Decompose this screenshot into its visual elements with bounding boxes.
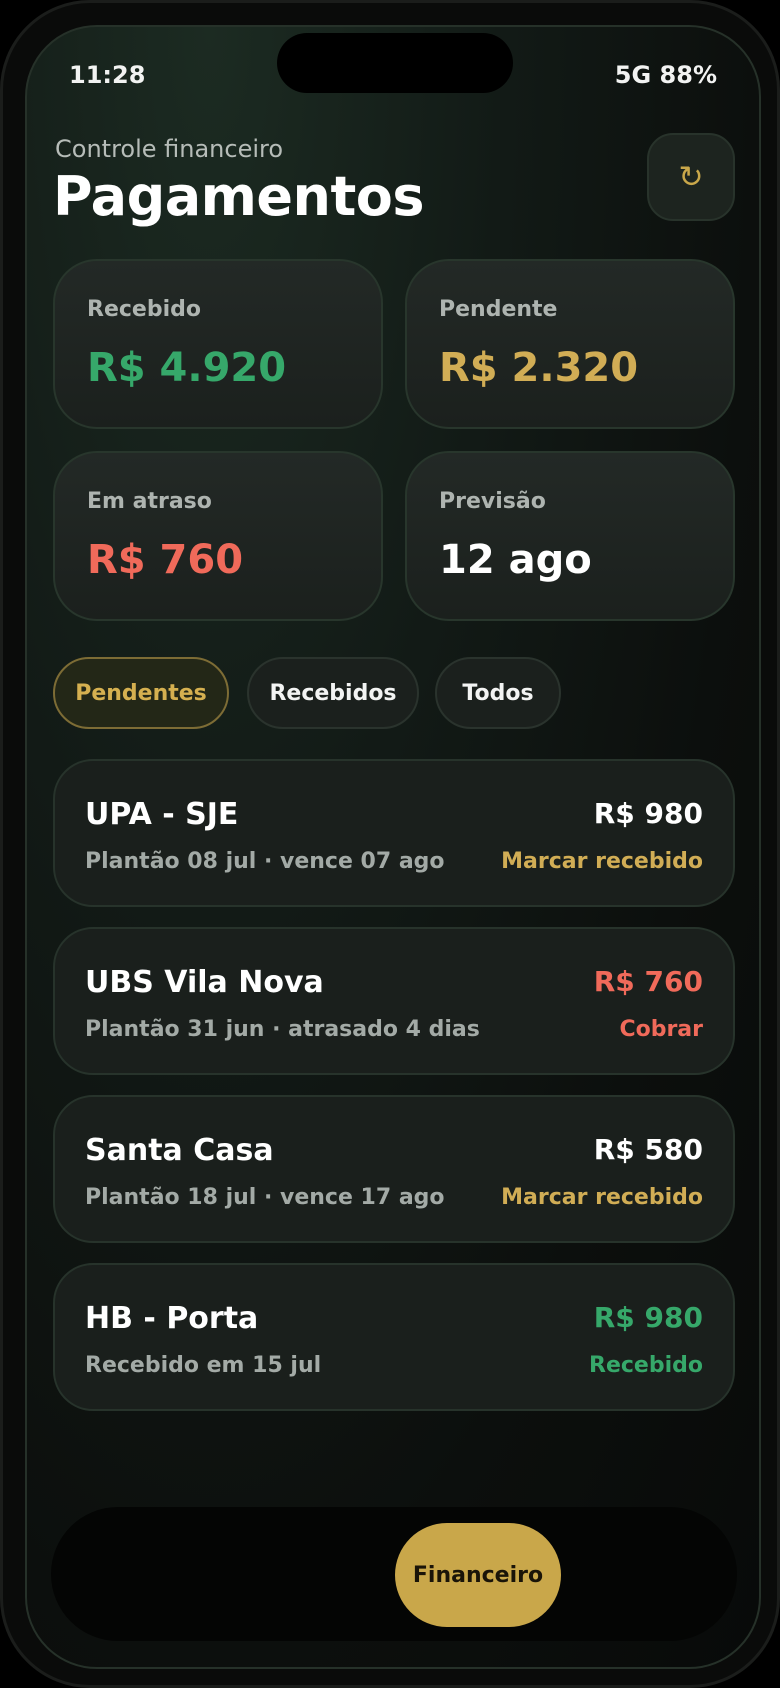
summary-label: Pendente: [439, 297, 558, 322]
payment-item[interactable]: UPA - SJE Plantão 08 jul · vence 07 ago …: [53, 759, 735, 907]
summary-label: Recebido: [87, 297, 201, 322]
status-time: 11:28: [69, 61, 146, 89]
page-subtitle: Controle financeiro: [55, 135, 284, 163]
phone-frame: 11:28 5G 88% Controle financeiro Pagamen…: [0, 0, 780, 1688]
bottom-nav: Financeiro: [51, 1507, 737, 1641]
refresh-icon: ↻: [678, 159, 704, 195]
tab-pendentes[interactable]: Pendentes: [53, 657, 229, 729]
screen: 11:28 5G 88% Controle financeiro Pagamen…: [25, 25, 761, 1669]
summary-card-received: Recebido R$ 4.920: [53, 259, 383, 429]
status-network-battery: 5G 88%: [614, 61, 717, 89]
tab-recebidos[interactable]: Recebidos: [247, 657, 419, 729]
summary-label: Previsão: [439, 489, 546, 514]
nav-financeiro-button[interactable]: Financeiro: [395, 1523, 561, 1627]
payment-name: HB - Porta: [85, 1301, 259, 1336]
payment-amount: R$ 980: [593, 797, 703, 830]
tab-todos[interactable]: Todos: [435, 657, 561, 729]
payment-detail: Plantão 31 jun · atrasado 4 dias: [85, 1017, 480, 1042]
payment-name: UPA - SJE: [85, 797, 239, 832]
summary-value: R$ 2.320: [439, 345, 639, 391]
dynamic-island: [277, 33, 513, 93]
summary-value: 12 ago: [439, 537, 592, 583]
payment-amount: R$ 580: [593, 1133, 703, 1166]
payment-name: UBS Vila Nova: [85, 965, 324, 1000]
summary-label: Em atraso: [87, 489, 212, 514]
charge-button[interactable]: Cobrar: [619, 1017, 703, 1042]
refresh-button[interactable]: ↻: [647, 133, 735, 221]
received-status: Recebido: [589, 1353, 703, 1378]
summary-card-overdue: Em atraso R$ 760: [53, 451, 383, 621]
summary-value: R$ 760: [87, 537, 244, 583]
payment-item[interactable]: UBS Vila Nova Plantão 31 jun · atrasado …: [53, 927, 735, 1075]
summary-value: R$ 4.920: [87, 345, 287, 391]
payment-detail: Recebido em 15 jul: [85, 1353, 322, 1378]
payment-item[interactable]: Santa Casa Plantão 18 jul · vence 17 ago…: [53, 1095, 735, 1243]
page-title: Pagamentos: [53, 165, 425, 228]
summary-card-forecast: Previsão 12 ago: [405, 451, 735, 621]
payment-detail: Plantão 18 jul · vence 17 ago: [85, 1185, 445, 1210]
mark-received-button[interactable]: Marcar recebido: [501, 1185, 703, 1210]
payment-name: Santa Casa: [85, 1133, 274, 1168]
payment-amount: R$ 760: [593, 965, 703, 998]
mark-received-button[interactable]: Marcar recebido: [501, 849, 703, 874]
payment-amount: R$ 980: [593, 1301, 703, 1334]
payment-item[interactable]: HB - Porta Recebido em 15 jul R$ 980 Rec…: [53, 1263, 735, 1411]
payment-detail: Plantão 08 jul · vence 07 ago: [85, 849, 445, 874]
summary-card-pending: Pendente R$ 2.320: [405, 259, 735, 429]
